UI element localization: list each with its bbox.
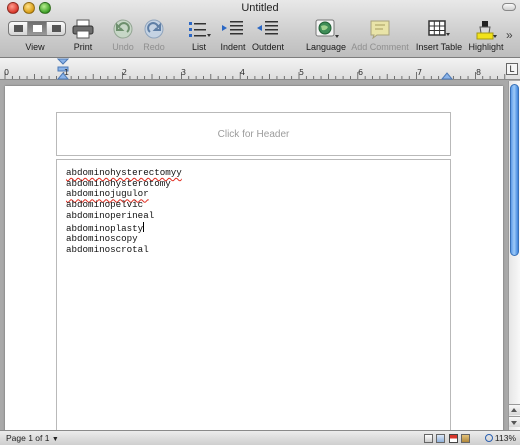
- vertical-scrollbar[interactable]: [508, 81, 520, 430]
- ruler-number: 7: [417, 68, 423, 77]
- word[interactable]: abdominohysterotomy: [66, 178, 171, 189]
- ruler-number: 6: [358, 68, 364, 77]
- redo-button[interactable]: Redo: [139, 16, 169, 56]
- highlighter-icon: [476, 21, 497, 40]
- insert-table-label: Insert Table: [415, 42, 463, 52]
- text-line[interactable]: abdominoscrotal: [66, 244, 182, 256]
- misspelled-word[interactable]: abdominojugulor: [66, 188, 149, 200]
- word[interactable]: abdominoscopy: [66, 233, 138, 244]
- undo-icon: [113, 19, 133, 39]
- page-count-text: Page 1 of 1: [6, 433, 50, 443]
- draft-view-status-icon[interactable]: [424, 434, 433, 443]
- page-layout-view-icon[interactable]: [28, 22, 47, 35]
- print-button[interactable]: Print: [68, 16, 98, 56]
- scroll-up-arrow-icon[interactable]: [509, 404, 520, 415]
- notebook-view-icon[interactable]: [47, 22, 65, 35]
- redo-icon: [144, 19, 164, 39]
- word[interactable]: abdominoperineal: [66, 210, 154, 221]
- ruler-ticks: [4, 58, 506, 80]
- highlight-label: Highlight: [468, 42, 504, 52]
- ruler-number: 3: [181, 68, 187, 77]
- draft-view-icon[interactable]: [9, 22, 28, 35]
- indent-button[interactable]: Indent: [217, 16, 249, 56]
- horizontal-ruler[interactable]: 0 1 2 3 4 5 6 7 8 L: [0, 58, 520, 80]
- us-flag-icon[interactable]: [449, 434, 458, 443]
- ruler-number: 8: [476, 68, 482, 77]
- bulleted-list-icon: [189, 22, 211, 37]
- ruler-number: 5: [299, 68, 305, 77]
- scroll-thumb[interactable]: [510, 84, 519, 256]
- page-indicator[interactable]: Page 1 of 1 ▼: [6, 433, 59, 443]
- outdent-icon: [257, 21, 278, 35]
- comment-note-icon: [370, 20, 390, 39]
- outdent-button[interactable]: Outdent: [250, 16, 286, 56]
- header-placeholder[interactable]: Click for Header: [57, 129, 450, 140]
- tab-stop-selector[interactable]: L: [506, 63, 518, 75]
- text-cursor: [143, 221, 145, 232]
- add-comment-button[interactable]: Add Comment: [350, 16, 410, 56]
- word[interactable]: abdominopelvic: [66, 199, 143, 210]
- magnifier-icon: [484, 434, 493, 442]
- document-page[interactable]: Click for Header abdominohysterectomyy ab…: [5, 86, 503, 430]
- printer-icon: [72, 19, 94, 39]
- toolbar-overflow-button[interactable]: »: [506, 28, 513, 42]
- list-button[interactable]: List: [182, 16, 216, 56]
- view-segmented-control[interactable]: [8, 21, 66, 36]
- view-control[interactable]: View: [3, 16, 67, 56]
- redo-label: Redo: [143, 42, 165, 52]
- indent-label: Indent: [220, 42, 246, 52]
- highlight-button[interactable]: Highlight: [466, 16, 506, 56]
- undo-button[interactable]: Undo: [108, 16, 138, 56]
- document-text[interactable]: abdominohysterectomyy abdominohysterotomy…: [66, 167, 182, 256]
- globe-icon: [315, 19, 339, 38]
- body-text-region[interactable]: abdominohysterectomyy abdominohysterotomy…: [56, 159, 451, 430]
- page-menu-icon[interactable]: ▼: [52, 436, 59, 443]
- language-label: Language: [306, 42, 347, 52]
- ruler-number: 2: [122, 68, 128, 77]
- add-comment-label: Add Comment: [351, 42, 409, 52]
- spelling-book-icon[interactable]: [461, 434, 470, 443]
- misspelled-word[interactable]: abdominohysterectomyy: [66, 167, 182, 178]
- zoom-value: 113%: [494, 433, 516, 443]
- print-label: Print: [73, 42, 93, 52]
- window-title: Untitled: [241, 2, 279, 14]
- language-button[interactable]: Language: [306, 16, 346, 56]
- word[interactable]: abdominoscrotal: [66, 244, 149, 255]
- window-toolbar: Untitled View Print Undo Redo List Inden…: [0, 0, 520, 58]
- layout-view-status-icon[interactable]: [436, 434, 445, 443]
- outdent-label: Outdent: [251, 42, 285, 52]
- document-area[interactable]: Click for Header abdominohysterectomyy ab…: [0, 81, 508, 430]
- word[interactable]: abdominoplasty: [66, 223, 143, 234]
- scroll-down-arrow-icon[interactable]: [509, 416, 520, 427]
- undo-label: Undo: [112, 42, 134, 52]
- text-line[interactable]: abdominoperineal: [66, 210, 182, 222]
- status-bar: Page 1 of 1 ▼ 113%: [0, 430, 520, 445]
- ruler-number: 4: [240, 68, 246, 77]
- zoom-indicator[interactable]: 113%: [484, 433, 516, 443]
- view-label: View: [25, 42, 45, 52]
- insert-table-button[interactable]: Insert Table: [413, 16, 465, 56]
- toolbar-toggle-button[interactable]: [502, 3, 516, 11]
- list-label: List: [191, 42, 206, 52]
- table-grid-icon: [428, 20, 450, 36]
- ruler-number: 1: [64, 68, 70, 77]
- indent-icon: [222, 21, 243, 35]
- ruler-number: 0: [4, 68, 10, 77]
- header-region[interactable]: Click for Header: [56, 112, 451, 156]
